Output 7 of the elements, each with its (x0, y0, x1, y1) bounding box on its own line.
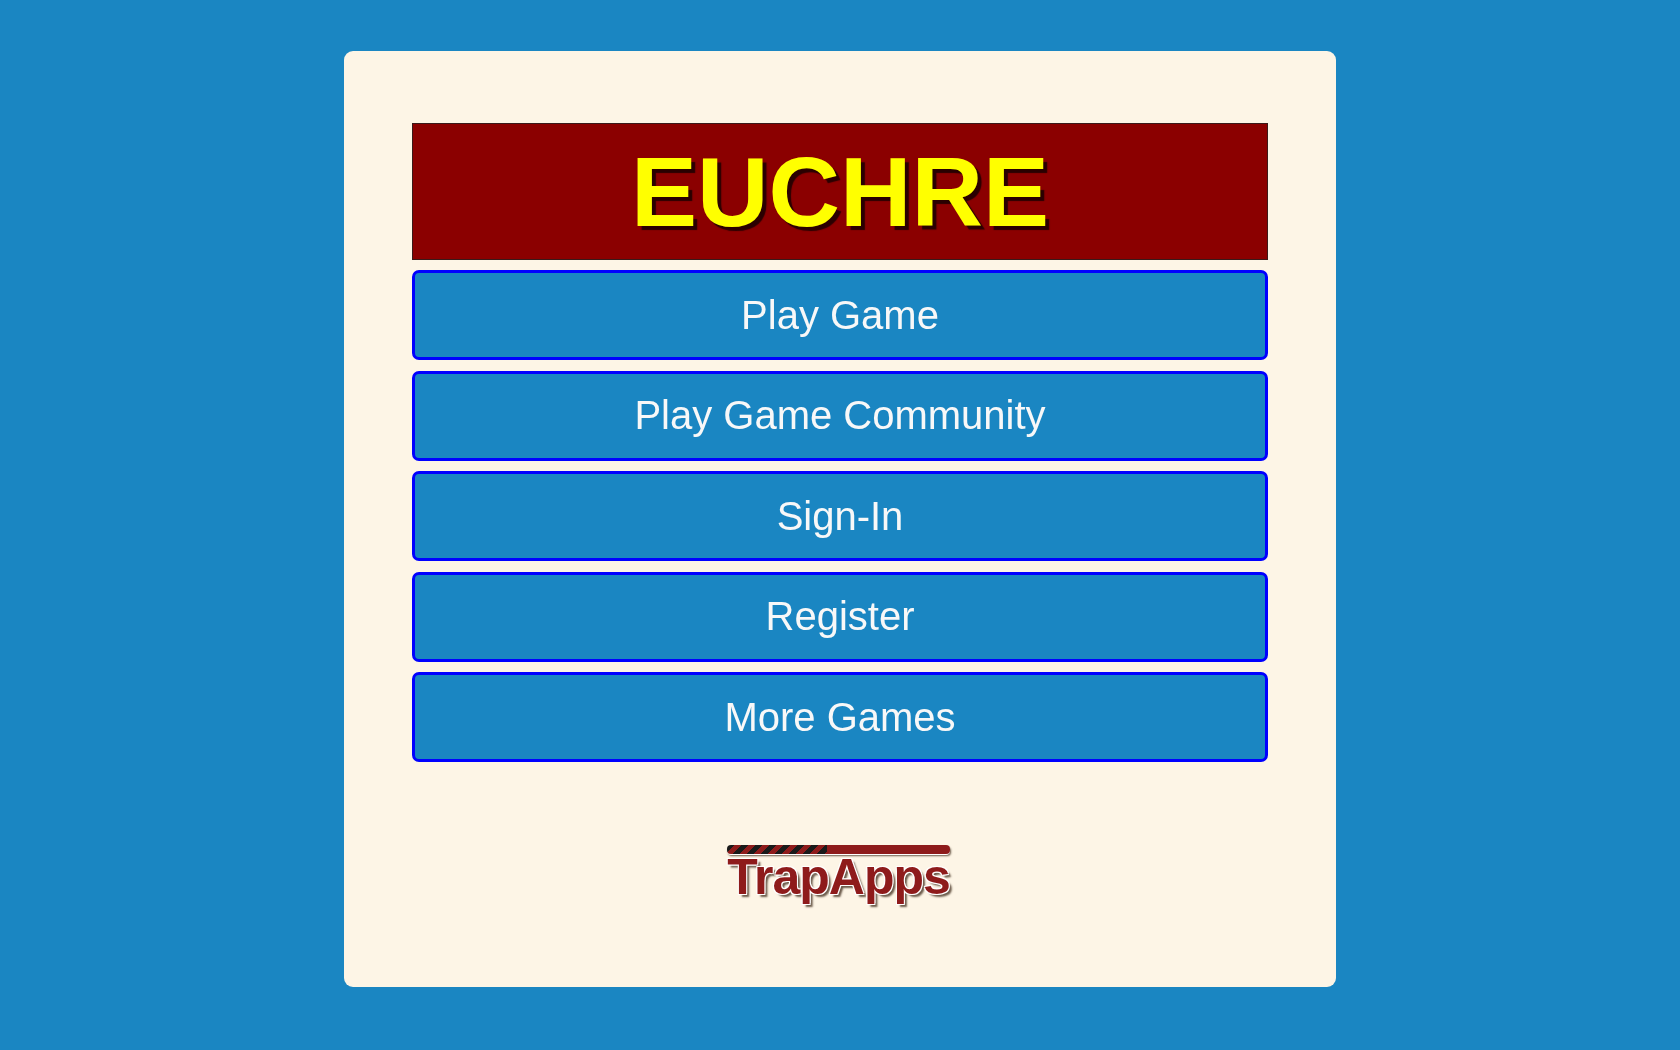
menu-button[interactable]: Sign-In (412, 471, 1268, 561)
menu-button[interactable]: Register (412, 571, 1268, 662)
menu-button[interactable]: Play Game Community (412, 370, 1268, 461)
menu-button[interactable]: Play Game (412, 270, 1268, 360)
brand-logo: TrapApps (724, 844, 956, 910)
game-title: EUCHRE (412, 123, 1268, 260)
menu-button[interactable]: More Games (412, 672, 1268, 762)
